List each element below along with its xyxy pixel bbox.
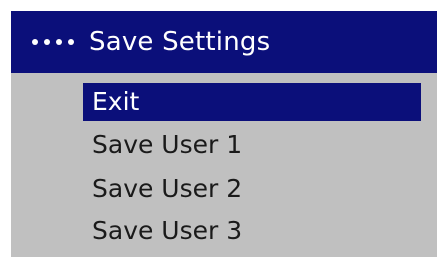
menu-item-save-user-2[interactable]: Save User 2 <box>83 169 242 209</box>
dot-icon <box>56 39 62 45</box>
dot-icon <box>68 39 74 45</box>
menu-header: Save Settings <box>11 11 437 73</box>
menu-item-exit[interactable]: Exit <box>83 83 421 121</box>
four-dots-icon <box>32 39 74 45</box>
menu-title: Save Settings <box>89 27 271 57</box>
osd-menu-panel: Save Settings Exit Save User 1 Save User… <box>9 9 437 257</box>
menu-item-save-user-1[interactable]: Save User 1 <box>83 125 242 165</box>
menu-item-save-user-3[interactable]: Save User 3 <box>83 211 242 251</box>
dot-icon <box>32 39 38 45</box>
dot-icon <box>44 39 50 45</box>
